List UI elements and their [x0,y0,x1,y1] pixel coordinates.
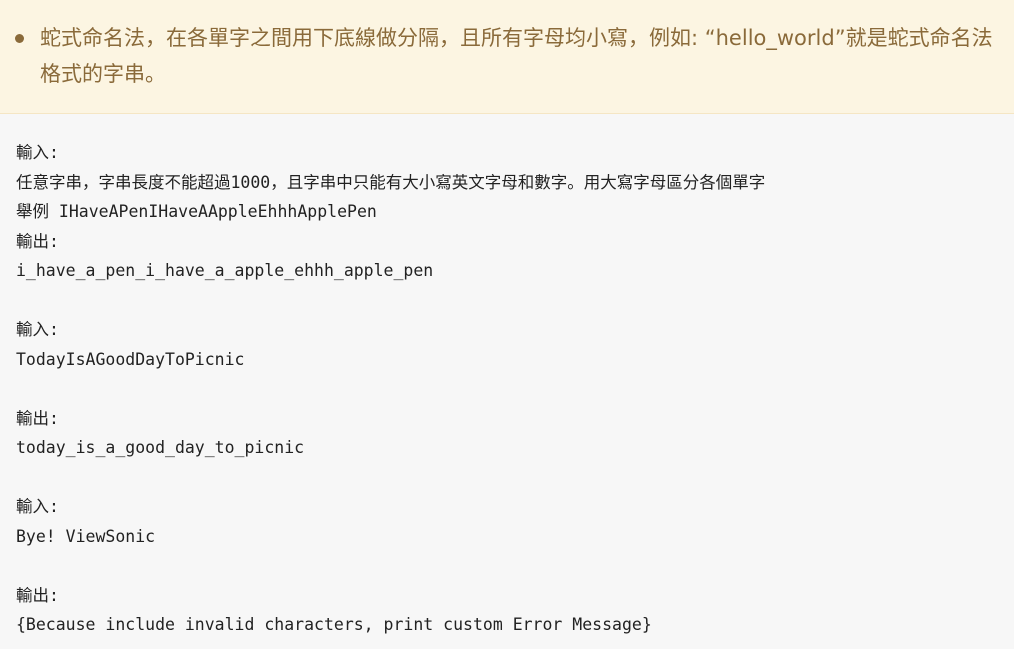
code-block: 輸入: 任意字串，字串長度不能超過1000，且字串中只能有大小寫英文字母和數字。… [0,114,1014,640]
code-line: 輸入: [16,143,59,162]
code-line: 輸入: [16,497,59,516]
code-line: 輸出: [16,408,59,428]
code-line: 輸入: [16,320,59,339]
code-line: Bye! ViewSonic [16,526,156,546]
code-line: today_is_a_good_day_to_picnic [16,438,305,457]
code-line: i_have_a_pen_i_have_a_apple_ehhh_apple_p… [16,261,434,280]
note-text: 蛇式命名法，在各單字之間用下底線做分隔，且所有字母均小寫，例如: “hello_… [40,26,993,86]
code-line: 輸出: [16,231,59,251]
note-callout: 蛇式命名法，在各單字之間用下底線做分隔，且所有字母均小寫，例如: “hello_… [0,0,1014,114]
code-line: 輸出: [16,585,59,605]
code-line: TodayIsAGoodDayToPicnic [16,349,245,369]
code-line: 舉例 IHaveAPenIHaveAAppleEhhhApplePen [16,202,377,221]
bullet-icon [15,34,24,43]
code-line: {Because include invalid characters, pri… [16,615,652,634]
code-line: 任意字串，字串長度不能超過1000，且字串中只能有大小寫英文字母和數字。用大寫字… [16,172,766,192]
